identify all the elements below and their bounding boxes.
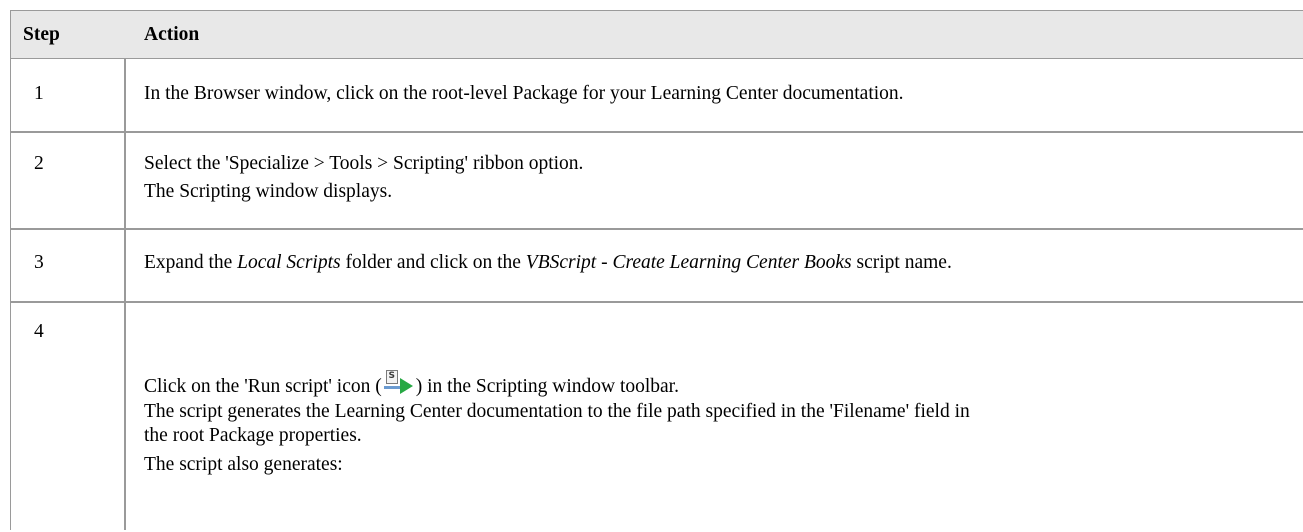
step-number: 4 [34, 321, 44, 342]
table-row: 3 Expand the Local Scripts folder and cl… [11, 229, 1303, 301]
script-name: VBScript - Create Learning Center Books [525, 252, 852, 273]
action-text: The Scripting window displays. [144, 181, 393, 202]
step-number: 3 [34, 252, 44, 273]
table-row: 2 Select the 'Specialize > Tools > Scrip… [11, 132, 1303, 228]
steps-table: Step Action 1 In the Browser window, cli… [10, 10, 1303, 530]
action-text: In the Browser window, click on the root… [144, 83, 904, 104]
action-text: the root Package properties. [144, 425, 362, 446]
header-action: Action [144, 24, 200, 45]
action-text: Expand the Local Scripts folder and clic… [144, 252, 952, 273]
step-number: 1 [34, 83, 44, 104]
action-text: Select the 'Specialize > Tools > Scripti… [144, 153, 584, 174]
table-header: Step Action [11, 11, 1303, 59]
action-text: Click on the 'Run script' icon (S) in th… [144, 370, 679, 397]
run-script-icon: S [383, 370, 415, 396]
action-text: The script also generates: [144, 454, 343, 475]
header-step: Step [23, 24, 60, 45]
folder-name: Local Scripts [237, 252, 341, 273]
step-number: 2 [34, 153, 44, 174]
action-text: The script generates the Learning Center… [144, 401, 970, 422]
table-row: 1 In the Browser window, click on the ro… [11, 59, 1303, 131]
table-row: 4 Click on the 'Run script' icon (S) in … [11, 302, 1303, 532]
